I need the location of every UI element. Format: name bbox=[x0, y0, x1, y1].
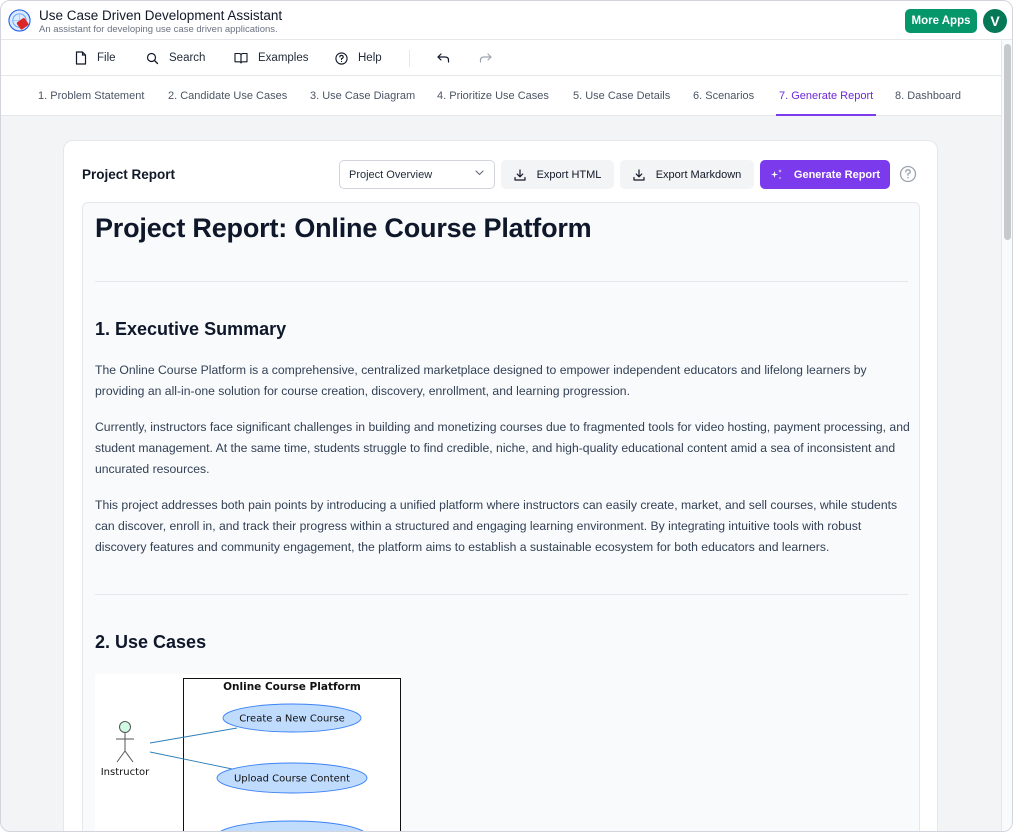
export-html-label: Export HTML bbox=[536, 168, 602, 181]
section-heading-use-cases: 2. Use Cases bbox=[95, 632, 207, 652]
tab-use-case-details[interactable]: 5. Use Case Details bbox=[573, 76, 670, 116]
help-menu[interactable]: Help bbox=[335, 40, 382, 76]
use-case-label: Upload Course Content bbox=[234, 774, 350, 785]
section-heading-executive-summary: 1. Executive Summary bbox=[95, 319, 287, 339]
tab-scenarios[interactable]: 6. Scenarios bbox=[693, 76, 754, 116]
undo-icon bbox=[436, 53, 449, 63]
card-title: Project Report bbox=[82, 167, 176, 182]
examples-menu[interactable]: Examples bbox=[234, 40, 309, 76]
app-title: Use Case Driven Development Assistant bbox=[39, 8, 283, 23]
export-markdown-label: Export Markdown bbox=[655, 168, 742, 181]
tab-use-case-diagram[interactable]: 3. Use Case Diagram bbox=[310, 76, 415, 116]
title-bar: Use Case Driven Development Assistant An… bbox=[1, 1, 1012, 40]
avatar[interactable]: V bbox=[983, 9, 1007, 33]
generate-report-button[interactable]: Generate Report bbox=[760, 160, 890, 189]
menu-bar: File Search Examples Help bbox=[1, 40, 1001, 76]
tab-dashboard[interactable]: 8. Dashboard bbox=[895, 76, 961, 116]
examples-menu-label: Examples bbox=[258, 52, 309, 64]
menu-divider bbox=[409, 50, 410, 67]
redo-button[interactable] bbox=[476, 49, 494, 67]
tab-candidate-use-cases[interactable]: 2. Candidate Use Cases bbox=[168, 76, 287, 116]
export-html-button[interactable]: Export HTML bbox=[501, 160, 614, 189]
download-icon bbox=[513, 168, 526, 181]
vertical-scrollbar[interactable] bbox=[1001, 40, 1012, 831]
use-case-diagram: Online Course Platform Instructor Create… bbox=[95, 674, 401, 831]
help-circle-icon[interactable] bbox=[899, 165, 917, 183]
redo-icon bbox=[479, 53, 492, 63]
help-icon bbox=[335, 51, 348, 65]
app-logo-icon bbox=[8, 9, 31, 32]
scrollbar-thumb[interactable] bbox=[1004, 44, 1011, 240]
tab-prioritize-use-cases[interactable]: 4. Prioritize Use Cases bbox=[437, 76, 549, 116]
download-icon bbox=[633, 168, 645, 181]
divider bbox=[95, 594, 908, 595]
system-boundary bbox=[183, 678, 401, 831]
chevron-down-icon bbox=[475, 170, 484, 176]
undo-button[interactable] bbox=[434, 49, 452, 67]
export-markdown-button[interactable]: Export Markdown bbox=[620, 160, 754, 189]
file-menu-label: File bbox=[97, 52, 116, 64]
file-menu[interactable]: File bbox=[75, 40, 116, 76]
search-menu-label: Search bbox=[169, 52, 206, 64]
divider bbox=[95, 281, 908, 282]
tab-generate-report[interactable]: 7. Generate Report bbox=[775, 76, 877, 116]
actor-figure bbox=[116, 721, 134, 763]
steps-nav: 1. Problem Statement 2. Candidate Use Ca… bbox=[1, 76, 1001, 116]
book-icon bbox=[234, 52, 248, 64]
report-type-select[interactable]: Project Overview bbox=[339, 160, 495, 189]
summary-paragraph: The Online Course Platform is a comprehe… bbox=[95, 363, 867, 398]
report-type-value: Project Overview bbox=[349, 168, 433, 181]
use-case-label: Create a New Course bbox=[239, 714, 345, 725]
app-window: Use Case Driven Development Assistant An… bbox=[0, 0, 1013, 832]
file-icon bbox=[75, 51, 87, 65]
more-apps-button[interactable]: More Apps bbox=[905, 9, 977, 33]
app-subtitle: An assistant for developing use case dri… bbox=[39, 24, 278, 35]
sparkles-icon bbox=[770, 169, 782, 180]
help-menu-label: Help bbox=[358, 52, 382, 64]
report-preview[interactable]: Project Report: Online Course Platform 1… bbox=[82, 202, 920, 831]
summary-paragraph: Currently, instructors face significant … bbox=[95, 420, 910, 476]
generate-report-label: Generate Report bbox=[793, 168, 881, 181]
report-card: Project Report Project Overview Export H… bbox=[63, 140, 938, 831]
system-name: Online Course Platform bbox=[223, 681, 361, 693]
report-title: Project Report: Online Course Platform bbox=[95, 213, 592, 243]
tab-problem-statement[interactable]: 1. Problem Statement bbox=[38, 76, 144, 116]
actor-label: Instructor bbox=[101, 767, 150, 778]
summary-paragraph: This project addresses both pain points … bbox=[95, 498, 898, 554]
search-icon bbox=[146, 52, 159, 64]
search-menu[interactable]: Search bbox=[146, 40, 205, 76]
